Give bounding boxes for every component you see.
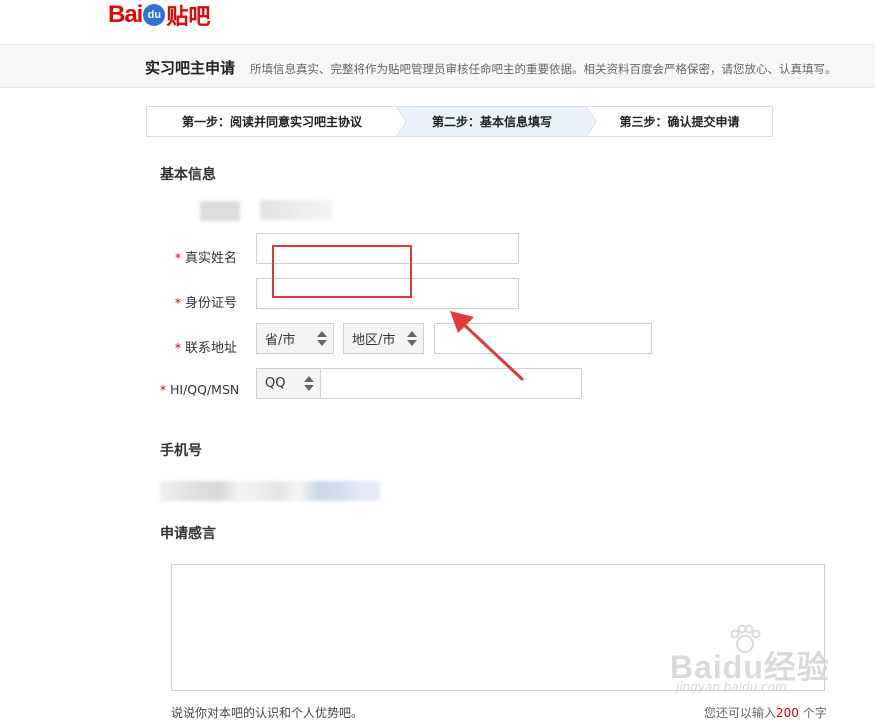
step-2-active: 第二步：基本信息填写 [397, 107, 597, 136]
logo-paw-text: du [147, 9, 162, 21]
step-separator-icon [586, 107, 596, 136]
page-title: 实习吧主申请 [145, 59, 236, 77]
select-updown-icon [407, 331, 417, 347]
page-description: 所填信息真实、完整将作为贴吧管理员审核任命吧主的重要依据。相关资料百度会严格保密… [250, 62, 837, 76]
annotation-arrow-icon [450, 311, 524, 381]
real-name-label-text: 真实姓名 [185, 251, 238, 266]
im-label: * HI/QQ/MSN [160, 382, 239, 397]
id-number-label-text: 身份证号 [185, 296, 238, 311]
redacted-phone-number [160, 481, 380, 501]
phone-heading: 手机号 [160, 443, 202, 459]
logo-latin: Bai [108, 1, 143, 28]
id-number-label: * 身份证号 [175, 292, 237, 311]
baidu-jingyan-watermark: Baidu经验 jingyan.baidu.com [670, 624, 830, 714]
select-updown-icon [317, 331, 327, 347]
watermark-url: jingyan.baidu.com [676, 680, 787, 694]
step-3-label: 第三步：确认提交申请 [619, 115, 740, 129]
redacted-username [260, 200, 332, 220]
region-select[interactable]: 地区/市 [343, 323, 424, 354]
im-type-value: QQ [265, 376, 286, 391]
im-type-select[interactable]: QQ [256, 368, 321, 399]
im-label-text: HI/QQ/MSN [170, 382, 240, 397]
step-1-label: 第一步：阅读并同意实习吧主协议 [181, 115, 362, 129]
required-mark: * [160, 383, 166, 397]
real-name-label: * 真实姓名 [175, 247, 237, 266]
select-updown-icon [304, 376, 314, 392]
baidu-tieba-logo[interactable]: Bai du 贴吧 [108, 0, 210, 30]
logo-cn: 贴吧 [166, 5, 211, 30]
address-label: * 联系地址 [175, 337, 237, 356]
required-mark: * [175, 296, 181, 310]
step-2-label: 第二步：基本信息填写 [431, 115, 552, 129]
region-select-value: 地区/市 [352, 333, 396, 348]
required-mark: * [175, 341, 181, 355]
step-progress: 第一步：阅读并同意实习吧主协议 第二步：基本信息填写 第三步：确认提交申请 [146, 106, 773, 137]
province-select-value: 省/市 [265, 333, 296, 348]
address-label-text: 联系地址 [185, 341, 238, 356]
step-separator-icon [396, 107, 406, 136]
redacted-username [200, 201, 240, 221]
step-3: 第三步：确认提交申请 [587, 107, 772, 136]
province-select[interactable]: 省/市 [256, 323, 334, 354]
basic-info-heading: 基本信息 [160, 167, 216, 183]
statement-hint: 说说你对本吧的认识和个人优势吧。 [171, 706, 364, 720]
required-mark: * [175, 251, 181, 265]
paw-icon: du [143, 4, 166, 26]
statement-heading: 申请感言 [160, 526, 216, 542]
step-1: 第一步：阅读并同意实习吧主协议 [147, 107, 407, 136]
annotation-highlight-box [272, 245, 412, 298]
page-header: 实习吧主申请 所填信息真实、完整将作为贴吧管理员审核任命吧主的重要依据。相关资料… [0, 44, 875, 88]
